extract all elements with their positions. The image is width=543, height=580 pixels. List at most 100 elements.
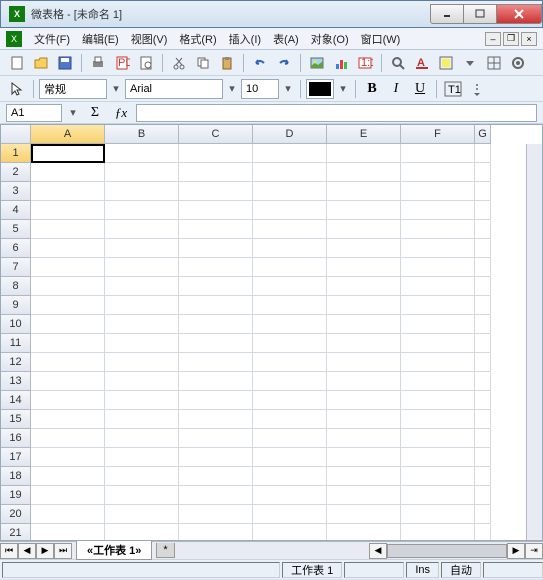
cell-C20[interactable] bbox=[179, 505, 253, 524]
cell-C6[interactable] bbox=[179, 239, 253, 258]
cell-A7[interactable] bbox=[31, 258, 105, 277]
cell-A13[interactable] bbox=[31, 372, 105, 391]
cell-B11[interactable] bbox=[105, 334, 179, 353]
cell-C14[interactable] bbox=[179, 391, 253, 410]
cell-E21[interactable] bbox=[327, 524, 401, 540]
cell-B17[interactable] bbox=[105, 448, 179, 467]
cell-D17[interactable] bbox=[253, 448, 327, 467]
split-button[interactable]: ⇥ bbox=[525, 543, 543, 559]
sum-button[interactable]: Σ bbox=[84, 102, 106, 124]
cell-E11[interactable] bbox=[327, 334, 401, 353]
paste-button[interactable] bbox=[216, 52, 238, 74]
cell-G5[interactable] bbox=[475, 220, 491, 239]
dropdown-button[interactable] bbox=[459, 52, 481, 74]
cell-B20[interactable] bbox=[105, 505, 179, 524]
cell-G12[interactable] bbox=[475, 353, 491, 372]
cell-E10[interactable] bbox=[327, 315, 401, 334]
row-header-19[interactable]: 19 bbox=[1, 486, 31, 505]
sheet-tab-1[interactable]: «工作表 1» bbox=[76, 541, 152, 560]
cell-A5[interactable] bbox=[31, 220, 105, 239]
cell-F10[interactable] bbox=[401, 315, 475, 334]
cell-E19[interactable] bbox=[327, 486, 401, 505]
cell-F20[interactable] bbox=[401, 505, 475, 524]
cell-F14[interactable] bbox=[401, 391, 475, 410]
bold-button[interactable]: B bbox=[361, 78, 383, 100]
cell-B2[interactable] bbox=[105, 163, 179, 182]
cell-D14[interactable] bbox=[253, 391, 327, 410]
save-button[interactable] bbox=[54, 52, 76, 74]
formula-bar[interactable] bbox=[136, 104, 537, 122]
cell-D7[interactable] bbox=[253, 258, 327, 277]
style-select[interactable]: 常规 bbox=[39, 79, 107, 99]
new-button[interactable] bbox=[6, 52, 28, 74]
print-preview-button[interactable] bbox=[135, 52, 157, 74]
menu-insert[interactable]: 插入(I) bbox=[223, 29, 267, 49]
row-header-9[interactable]: 9 bbox=[1, 296, 31, 315]
cell-G3[interactable] bbox=[475, 182, 491, 201]
cell-A3[interactable] bbox=[31, 182, 105, 201]
cell-A6[interactable] bbox=[31, 239, 105, 258]
cell-G11[interactable] bbox=[475, 334, 491, 353]
font-select[interactable]: Arial bbox=[125, 79, 223, 99]
nav-first-button[interactable]: ⏮ bbox=[0, 543, 18, 559]
cell-C7[interactable] bbox=[179, 258, 253, 277]
row-header-16[interactable]: 16 bbox=[1, 429, 31, 448]
cell-B15[interactable] bbox=[105, 410, 179, 429]
cell-D21[interactable] bbox=[253, 524, 327, 540]
maximize-button[interactable] bbox=[463, 4, 497, 24]
mdi-restore-button[interactable]: ❐ bbox=[503, 32, 519, 46]
name-box[interactable]: A1 bbox=[6, 104, 62, 122]
cell-B9[interactable] bbox=[105, 296, 179, 315]
cell-E4[interactable] bbox=[327, 201, 401, 220]
cell-D18[interactable] bbox=[253, 467, 327, 486]
chart-button[interactable] bbox=[330, 52, 352, 74]
cell-B5[interactable] bbox=[105, 220, 179, 239]
italic-button[interactable]: I bbox=[385, 78, 407, 100]
cell-D2[interactable] bbox=[253, 163, 327, 182]
cell-C19[interactable] bbox=[179, 486, 253, 505]
cell-G14[interactable] bbox=[475, 391, 491, 410]
cell-C2[interactable] bbox=[179, 163, 253, 182]
cell-G15[interactable] bbox=[475, 410, 491, 429]
column-header-D[interactable]: D bbox=[253, 125, 327, 144]
cell-B10[interactable] bbox=[105, 315, 179, 334]
cell-C16[interactable] bbox=[179, 429, 253, 448]
hscroll-right-button[interactable]: ▶ bbox=[507, 543, 525, 559]
cell-E5[interactable] bbox=[327, 220, 401, 239]
cell-E12[interactable] bbox=[327, 353, 401, 372]
menu-edit[interactable]: 编辑(E) bbox=[76, 29, 125, 49]
cell-B12[interactable] bbox=[105, 353, 179, 372]
open-button[interactable] bbox=[30, 52, 52, 74]
cell-D10[interactable] bbox=[253, 315, 327, 334]
size-dropdown-icon[interactable]: ▾ bbox=[281, 82, 295, 95]
minimize-button[interactable] bbox=[430, 4, 464, 24]
cell-G20[interactable] bbox=[475, 505, 491, 524]
column-header-C[interactable]: C bbox=[179, 125, 253, 144]
cell-G19[interactable] bbox=[475, 486, 491, 505]
nav-prev-button[interactable]: ◀ bbox=[18, 543, 36, 559]
cell-F15[interactable] bbox=[401, 410, 475, 429]
cell-E17[interactable] bbox=[327, 448, 401, 467]
cell-D16[interactable] bbox=[253, 429, 327, 448]
row-header-17[interactable]: 17 bbox=[1, 448, 31, 467]
cell-D3[interactable] bbox=[253, 182, 327, 201]
cell-A2[interactable] bbox=[31, 163, 105, 182]
row-header-21[interactable]: 21 bbox=[1, 524, 31, 540]
cell-F6[interactable] bbox=[401, 239, 475, 258]
cell-F7[interactable] bbox=[401, 258, 475, 277]
cell-B4[interactable] bbox=[105, 201, 179, 220]
cell-F12[interactable] bbox=[401, 353, 475, 372]
cell-F3[interactable] bbox=[401, 182, 475, 201]
cell-D19[interactable] bbox=[253, 486, 327, 505]
mdi-close-button[interactable]: × bbox=[521, 32, 537, 46]
borders-button[interactable] bbox=[483, 52, 505, 74]
cell-F4[interactable] bbox=[401, 201, 475, 220]
cell-C3[interactable] bbox=[179, 182, 253, 201]
size-select[interactable]: 10 bbox=[241, 79, 279, 99]
cell-C13[interactable] bbox=[179, 372, 253, 391]
cell-E18[interactable] bbox=[327, 467, 401, 486]
cell-G18[interactable] bbox=[475, 467, 491, 486]
cell-B3[interactable] bbox=[105, 182, 179, 201]
cell-A14[interactable] bbox=[31, 391, 105, 410]
cell-G17[interactable] bbox=[475, 448, 491, 467]
